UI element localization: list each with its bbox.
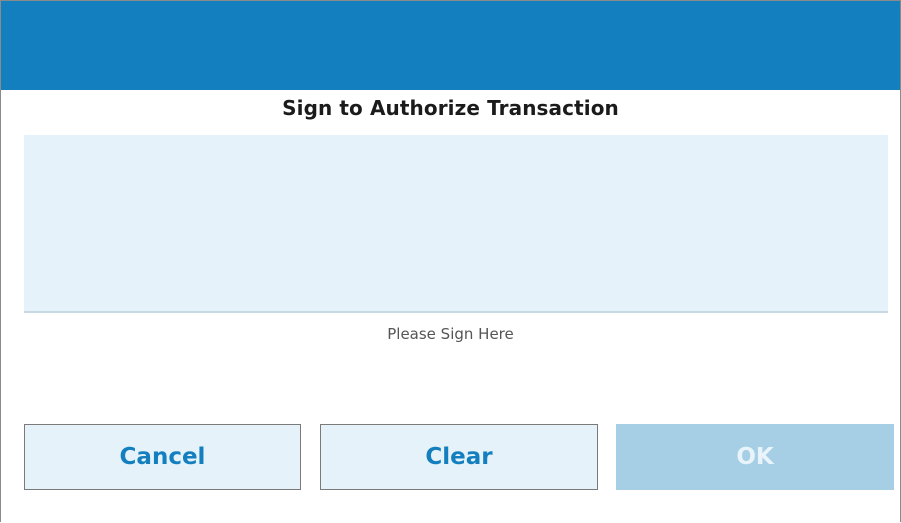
ok-button[interactable]: OK [616,424,894,490]
cancel-button[interactable]: Cancel [24,424,301,490]
header-bar [1,1,900,90]
clear-button[interactable]: Clear [320,424,598,490]
signature-baseline [24,311,888,313]
dialog-title: Sign to Authorize Transaction [282,96,619,120]
signature-hint: Please Sign Here [387,325,514,343]
signature-pad[interactable] [24,135,888,311]
